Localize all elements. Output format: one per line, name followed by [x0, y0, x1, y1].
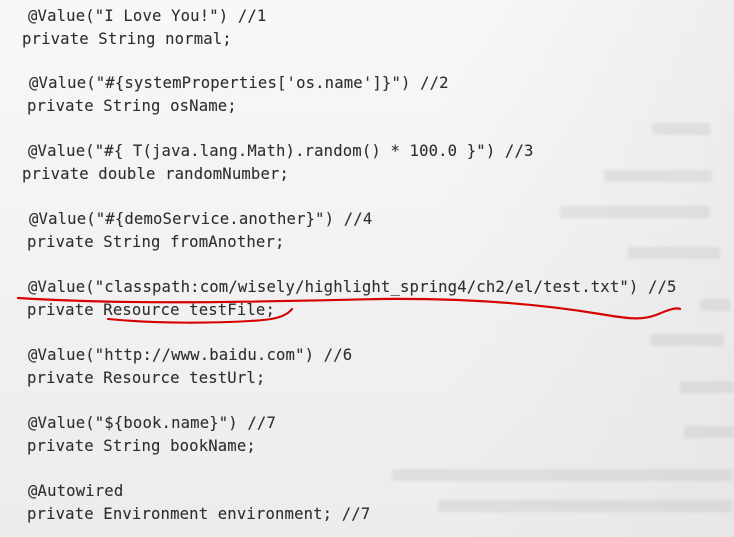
code-line: @Value("http://www.baidu.com") //6: [28, 346, 353, 364]
code-line: @Autowired: [28, 482, 124, 500]
code-line: @Value("classpath:com/wisely/highlight_s…: [28, 278, 677, 296]
code-line: private String normal;: [22, 30, 232, 48]
code-line: @Value("I Love You!") //1: [28, 7, 267, 25]
code-line: @Value("#{ T(java.lang.Math).random() * …: [28, 142, 534, 160]
code-line: private Resource testUrl;: [27, 369, 266, 387]
code-line: private String fromAnother;: [27, 233, 285, 251]
code-listing: @Value("I Love You!") //1 private String…: [0, 0, 734, 537]
code-line: @Value("${book.name}") //7: [28, 414, 276, 432]
code-line: private String osName;: [27, 97, 237, 115]
code-line: private Resource testFile;: [27, 301, 275, 319]
code-line: @Value("#{demoService.another}") //4: [29, 210, 373, 228]
code-line: private String bookName;: [27, 437, 256, 455]
code-line: @Value("#{systemProperties['os.name']}")…: [29, 74, 449, 92]
code-line: private Environment environment; //7: [27, 505, 371, 523]
scanned-book-page: @Value("I Love You!") //1 private String…: [0, 0, 734, 537]
code-line: private double randomNumber;: [22, 165, 290, 183]
